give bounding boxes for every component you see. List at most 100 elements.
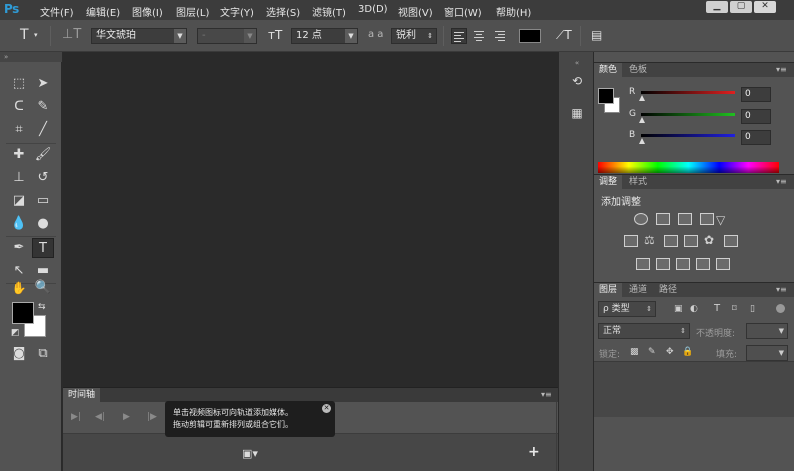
exposure-icon[interactable] [700, 213, 714, 225]
marquee-tool-icon[interactable]: ⬚ [8, 74, 30, 94]
menu-window[interactable]: 窗口(W) [444, 4, 482, 19]
opacity-field[interactable]: ▼ [746, 323, 788, 339]
chevron-down-icon[interactable]: ▾ [34, 28, 38, 42]
eraser-tool-icon[interactable]: ◪ [8, 191, 30, 211]
move-tool-icon[interactable]: ➤ [32, 74, 54, 94]
font-family-select[interactable]: 华文琥珀 ▼ [91, 28, 187, 44]
clone-stamp-icon[interactable]: ⊥ [8, 168, 30, 188]
panel-grip[interactable]: « [568, 54, 586, 72]
antialias-select[interactable]: 锐利 ⇕ [391, 28, 437, 44]
panel-menu-icon[interactable]: ▾≡ [776, 65, 787, 74]
font-size-select[interactable]: 12 点 ▼ [291, 28, 358, 44]
menu-help[interactable]: 帮助(H) [496, 4, 531, 19]
lock-transparent-icon[interactable]: ▩ [630, 347, 639, 357]
quick-select-icon[interactable]: ✎ [32, 97, 54, 117]
selective-color-icon[interactable] [716, 258, 730, 270]
menu-view[interactable]: 视图(V) [398, 4, 433, 19]
red-slider[interactable] [641, 91, 735, 94]
blur-tool-icon[interactable]: 💧 [8, 214, 30, 234]
green-slider[interactable] [641, 113, 735, 116]
align-left-button[interactable] [451, 28, 467, 44]
filter-toggle-icon[interactable] [776, 304, 785, 313]
blend-mode-select[interactable]: 正常 ⇕ [598, 323, 690, 339]
posterize-icon[interactable] [656, 258, 670, 270]
properties-panel-icon[interactable]: ▦ [568, 104, 586, 122]
warp-text-icon[interactable]: ⟋T [556, 28, 572, 42]
brightness-icon[interactable] [634, 213, 648, 225]
menu-image[interactable]: 图像(I) [132, 4, 163, 19]
panel-grip[interactable]: » [0, 52, 62, 62]
lock-image-icon[interactable]: ✎ [648, 347, 656, 357]
gradient-map-icon[interactable] [696, 258, 710, 270]
add-media-button[interactable]: + [528, 444, 540, 460]
menu-3d[interactable]: 3D(D) [358, 4, 388, 15]
color-spectrum-bar[interactable] [598, 162, 779, 173]
red-value-field[interactable]: 0 [741, 87, 771, 102]
menu-select[interactable]: 选择(S) [266, 4, 300, 19]
adjustment-filter-icon[interactable]: ◐ [690, 304, 698, 314]
text-orientation-icon[interactable]: ⊥T [62, 28, 81, 42]
lasso-tool-icon[interactable]: ᑕ [8, 97, 30, 117]
screen-mode-icon[interactable]: ⧉ [32, 344, 54, 364]
film-strip-icon[interactable]: ▣▾ [242, 447, 258, 460]
hand-tool-icon[interactable]: ✋ [8, 278, 30, 298]
menu-file[interactable]: 文件(F) [40, 4, 74, 19]
restore-button[interactable]: ▢ [730, 1, 752, 13]
crop-tool-icon[interactable]: ⌗ [8, 120, 30, 140]
blue-slider[interactable] [641, 134, 735, 137]
first-frame-icon[interactable]: ▶| [71, 412, 81, 422]
brush-tool-icon[interactable]: 🖌 [32, 145, 54, 165]
layers-list[interactable] [594, 361, 794, 417]
align-right-button[interactable] [491, 28, 507, 44]
tab-layers[interactable]: 图层 [594, 283, 623, 297]
blue-value-field[interactable]: 0 [741, 130, 771, 145]
type-filter-icon[interactable]: T [714, 303, 720, 314]
panel-menu-icon[interactable]: ▾≡ [776, 177, 787, 186]
play-icon[interactable]: ▶ [123, 412, 130, 422]
type-tool-icon[interactable]: T [32, 238, 54, 258]
pen-tool-icon[interactable]: ✒ [8, 238, 30, 258]
dodge-tool-icon[interactable]: ● [32, 214, 54, 234]
healing-brush-icon[interactable]: ✚ [8, 145, 30, 165]
tab-timeline[interactable]: 时间轴 [63, 388, 101, 402]
close-button[interactable]: ✕ [754, 1, 776, 13]
panel-menu-icon[interactable]: ▾≡ [541, 390, 552, 399]
color-lookup-icon[interactable] [724, 235, 738, 247]
eyedropper-icon[interactable]: ╱ [32, 120, 54, 140]
green-value-field[interactable]: 0 [741, 109, 771, 124]
align-center-button[interactable] [471, 28, 487, 44]
zoom-tool-icon[interactable]: 🔍 [32, 278, 54, 298]
gradient-tool-icon[interactable]: ▭ [32, 191, 54, 211]
blue-slider-thumb[interactable] [639, 138, 645, 144]
history-brush-icon[interactable]: ↺ [32, 168, 54, 188]
document-canvas-area[interactable] [63, 52, 558, 387]
pixel-filter-icon[interactable]: ▣ [674, 304, 683, 314]
default-colors-icon[interactable]: ◩ [11, 328, 20, 338]
photo-filter-icon[interactable] [684, 235, 698, 247]
menu-type[interactable]: 文字(Y) [220, 4, 254, 19]
panel-menu-icon[interactable]: ▾≡ [776, 285, 787, 294]
prev-frame-icon[interactable]: ◀| [95, 412, 105, 422]
invert-icon[interactable] [636, 258, 650, 270]
quick-mask-icon[interactable]: ◙ [8, 344, 30, 364]
layer-filter-select[interactable]: ρ 类型 ⇕ [598, 301, 656, 317]
tab-adjustments[interactable]: 调整 [594, 175, 623, 189]
lock-position-icon[interactable]: ✥ [666, 347, 674, 357]
character-panel-icon[interactable]: ▤ [591, 28, 602, 42]
close-icon[interactable]: ✕ [322, 404, 331, 413]
tab-color[interactable]: 颜色 [594, 63, 623, 77]
swap-colors-icon[interactable]: ⇆ [38, 302, 46, 312]
green-slider-thumb[interactable] [639, 117, 645, 123]
levels-icon[interactable] [656, 213, 670, 225]
shape-filter-icon[interactable]: ⌑ [732, 304, 737, 314]
black-white-icon[interactable] [664, 235, 678, 247]
foreground-color-swatch[interactable] [598, 88, 614, 104]
type-tool-preset-icon[interactable]: T [20, 28, 29, 42]
next-frame-icon[interactable]: |▶ [147, 412, 157, 422]
curves-icon[interactable] [678, 213, 692, 225]
tab-styles[interactable]: 样式 [624, 175, 652, 189]
channel-mixer-icon[interactable]: ✿ [704, 233, 714, 247]
fill-field[interactable]: ▼ [746, 345, 788, 361]
color-balance-icon[interactable]: ⚖ [644, 233, 655, 247]
threshold-icon[interactable] [676, 258, 690, 270]
